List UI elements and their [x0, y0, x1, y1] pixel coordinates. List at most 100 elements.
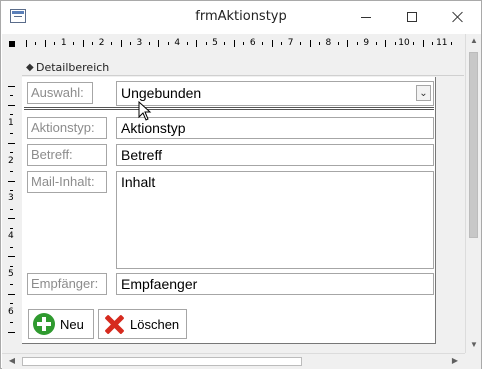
minimize-button[interactable] — [343, 1, 389, 33]
ruler-number: 5 — [8, 269, 14, 279]
design-view: 1 2 3 4 5 6 7 8 9 10 11 123456 ◆ Detailbereich Aus… — [2, 34, 481, 369]
ruler-tick — [309, 40, 311, 47]
ruler-number: 10 — [398, 38, 410, 48]
ruler-number: 2 — [98, 38, 105, 48]
ruler-tick — [347, 40, 349, 47]
ruler-tick — [10, 322, 13, 324]
mouse-cursor-icon — [138, 101, 152, 121]
ruler-tick — [129, 42, 131, 45]
detail-section[interactable]: Auswahl: Ungebunden ⌄ Aktionstyp: Aktion… — [22, 77, 436, 344]
ruler-number: 2 — [8, 155, 14, 166]
ruler-tick — [10, 171, 13, 173]
ruler-tick — [205, 42, 207, 45]
red-x-icon — [103, 313, 125, 335]
delete-button-label: Löschen — [130, 316, 180, 332]
chevron-down-icon[interactable]: ⌄ — [416, 85, 431, 101]
ruler-tick — [8, 86, 15, 87]
ruler-tick — [35, 42, 37, 45]
section-header-detail[interactable]: ◆ Detailbereich — [22, 59, 464, 76]
ruler-tick — [337, 42, 339, 45]
auswahl-combobox[interactable]: Ungebunden ⌄ — [116, 81, 434, 106]
section-label: Detailbereich — [36, 61, 110, 74]
maximize-icon — [407, 12, 417, 22]
ruler-tick — [8, 256, 15, 258]
scroll-right-icon[interactable]: ▶ — [448, 356, 462, 365]
ruler-number: 9 — [363, 38, 370, 48]
aktionstyp-label[interactable]: Aktionstyp: — [27, 117, 107, 139]
plus-circle-icon — [33, 313, 55, 335]
ruler-tick — [8, 218, 15, 220]
ruler-tick — [44, 40, 46, 47]
scroll-left-icon[interactable]: ◀ — [5, 356, 19, 365]
ruler-tick — [82, 40, 84, 47]
ruler-tick — [8, 180, 15, 182]
ruler-number: 6 — [8, 306, 14, 317]
horizontal-scrollbar[interactable]: ◀ ▶ — [2, 353, 465, 369]
ruler-number: 3 — [136, 38, 143, 48]
vertical-scrollbar[interactable]: ▲ ▼ — [465, 34, 481, 353]
form-selector-icon — [9, 41, 15, 47]
title-bar[interactable]: frmAktionstyp — [1, 1, 481, 33]
ruler-number: 11 — [436, 38, 448, 48]
ruler-tick — [10, 284, 13, 286]
ruler-tick — [10, 133, 13, 135]
ruler-tick — [92, 42, 94, 45]
ruler-number: 7 — [287, 38, 294, 48]
ruler-number: 4 — [8, 231, 14, 242]
ruler-tick — [148, 42, 150, 45]
horizontal-scroll-thumb[interactable] — [22, 357, 302, 366]
ruler-tick — [111, 42, 113, 45]
scroll-corner — [465, 353, 481, 369]
ruler-tick — [167, 42, 169, 45]
ruler-tick — [451, 42, 453, 45]
section-collapse-icon: ◆ — [26, 62, 34, 73]
ruler-tick — [262, 42, 264, 45]
form-window: frmAktionstyp 1 2 3 4 5 6 7 8 9 10 11 123456 ◆ Det… — [0, 0, 482, 369]
minimize-icon — [361, 16, 371, 18]
close-button[interactable] — [435, 1, 481, 33]
aktionstyp-field[interactable]: Aktionstyp — [116, 117, 434, 139]
ruler-number: 3 — [8, 193, 14, 204]
mail-inhalt-field[interactable]: Inhalt — [116, 171, 434, 269]
ruler-number: 1 — [8, 117, 14, 128]
ruler-tick — [385, 40, 387, 47]
ruler-tick — [10, 265, 13, 267]
horizontal-ruler[interactable]: 1 2 3 4 5 6 7 8 9 10 11 — [22, 34, 462, 54]
delete-button[interactable]: Löschen — [98, 309, 187, 339]
empfaenger-label[interactable]: Empfänger: — [27, 273, 107, 295]
auswahl-label[interactable]: Auswahl: — [27, 82, 93, 104]
ruler-tick — [8, 331, 15, 333]
ruler-tick — [73, 42, 75, 45]
ruler-tick — [158, 40, 160, 47]
betreff-label[interactable]: Betreff: — [27, 144, 107, 166]
ruler-tick — [10, 189, 13, 191]
form-selector[interactable] — [2, 34, 22, 54]
ruler-number: 1 — [60, 38, 67, 48]
empfaenger-field[interactable]: Empfaenger — [116, 273, 434, 295]
ruler-tick — [224, 42, 226, 45]
mail-inhalt-label[interactable]: Mail-Inhalt: — [27, 171, 107, 193]
ruler-tick — [422, 40, 424, 47]
vertical-ruler[interactable]: 1 2 3 4 5 6 — [2, 54, 22, 344]
header-divider — [24, 107, 434, 110]
auswahl-value: Ungebunden — [121, 85, 202, 101]
ruler-tick — [10, 152, 13, 154]
ruler-tick — [10, 246, 13, 248]
ruler-tick — [10, 95, 13, 97]
ruler-tick — [233, 40, 235, 47]
maximize-button[interactable] — [389, 1, 435, 33]
ruler-tick — [375, 42, 377, 45]
ruler-number: 6 — [249, 38, 256, 48]
scroll-down-icon[interactable]: ▼ — [467, 340, 481, 349]
new-button[interactable]: Neu — [28, 309, 94, 339]
betreff-field[interactable]: Betreff — [116, 144, 434, 166]
ruler-tick — [26, 40, 27, 47]
ruler-tick — [281, 42, 283, 45]
ruler-tick — [196, 40, 198, 47]
ruler-tick — [394, 42, 396, 45]
ruler-number: 4 — [174, 38, 181, 48]
vertical-scroll-thumb[interactable] — [469, 52, 478, 238]
scroll-up-icon[interactable]: ▲ — [467, 36, 481, 45]
ruler-tick — [10, 114, 13, 116]
ruler-tick — [54, 42, 56, 45]
